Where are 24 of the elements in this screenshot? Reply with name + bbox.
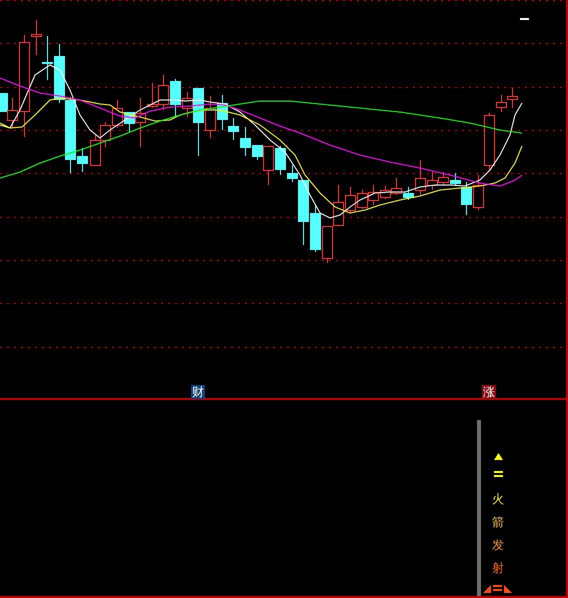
triangle-icon bbox=[494, 453, 502, 460]
candlestick bbox=[310, 204, 321, 252]
signal-marker[interactable]: 财 bbox=[191, 385, 205, 399]
candlestick bbox=[42, 36, 53, 80]
candlestick bbox=[438, 172, 449, 186]
candlestick bbox=[507, 88, 518, 108]
signal-label: 发 bbox=[492, 537, 504, 554]
signal-marker[interactable]: 涨 bbox=[482, 385, 496, 399]
signal-label: 射 bbox=[492, 560, 504, 577]
candlestick bbox=[112, 100, 123, 128]
scroll-bar[interactable] bbox=[477, 420, 481, 596]
candlestick bbox=[391, 178, 402, 196]
candlestick bbox=[100, 122, 111, 148]
candlestick bbox=[473, 174, 484, 210]
arrow-icon bbox=[483, 583, 513, 593]
equals-icon bbox=[494, 471, 502, 477]
candlestick bbox=[322, 226, 333, 264]
signal-label: 火 bbox=[492, 491, 504, 508]
candlestick bbox=[357, 190, 368, 210]
signal-label: 箭 bbox=[492, 514, 504, 531]
price-dash-icon bbox=[520, 18, 529, 20]
candlestick bbox=[158, 74, 169, 110]
candlestick bbox=[90, 134, 101, 166]
candlestick bbox=[54, 44, 65, 104]
